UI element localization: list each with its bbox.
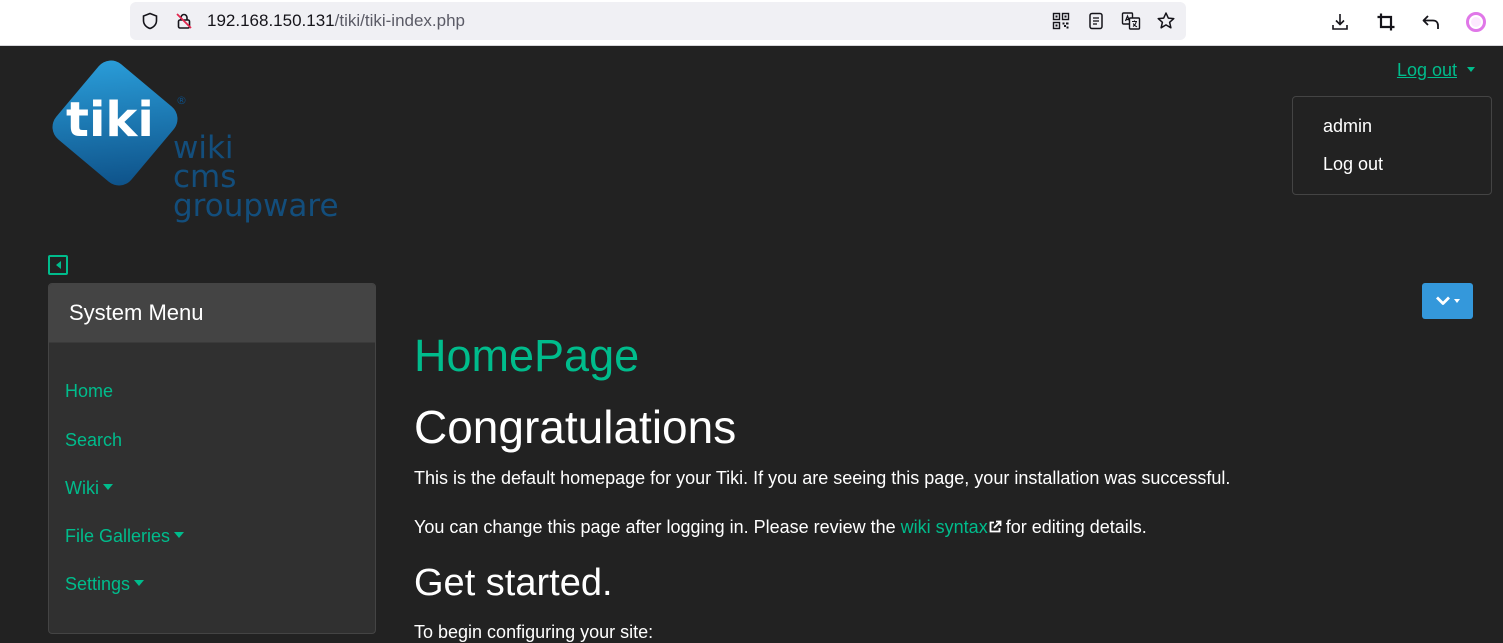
chevron-down-icon	[1436, 296, 1450, 305]
logo-line-groupware: groupware	[173, 188, 339, 224]
caret-down-icon	[134, 580, 145, 587]
edit-paragraph: You can change this page after logging i…	[414, 517, 1147, 538]
sidebar-item-label: Settings	[65, 574, 131, 594]
insecure-lock-icon[interactable]	[174, 11, 194, 31]
system-menu-title: System Menu	[49, 284, 375, 343]
qr-code-icon[interactable]	[1051, 11, 1071, 31]
edit-paragraph-text-end: for editing details.	[1005, 517, 1147, 537]
page-title[interactable]: HomePage	[414, 330, 639, 382]
sidebar-item-label: Search	[65, 430, 123, 450]
wiki-syntax-link[interactable]: wiki syntax	[901, 517, 988, 537]
extension-circle-icon[interactable]	[1465, 11, 1487, 33]
crop-icon[interactable]	[1375, 11, 1397, 33]
reader-view-icon[interactable]	[1086, 11, 1106, 31]
dropdown-item-admin[interactable]: admin	[1323, 116, 1372, 137]
logo-registered-mark: ®	[176, 94, 187, 107]
caret-down-icon	[103, 484, 113, 491]
caret-down-icon	[1454, 299, 1460, 303]
sidebar-item-label: Home	[65, 381, 114, 401]
heading-congratulations: Congratulations	[414, 401, 737, 453]
intro-paragraph: This is the default homepage for your Ti…	[414, 468, 1231, 488]
url-text[interactable]: 192.168.150.131/tiki/tiki-index.php	[207, 11, 465, 31]
user-dropdown-menu: admin Log out	[1292, 96, 1492, 195]
translate-icon[interactable]	[1121, 11, 1141, 31]
sidebar-item-settings[interactable]: Settings	[65, 574, 145, 595]
sidebar-item-search[interactable]: Search	[65, 430, 122, 451]
sidebar-item-label: File Galleries	[65, 526, 171, 546]
configure-paragraph: To begin configuring your site:	[414, 622, 654, 642]
user-menu-toggle[interactable]: Log out	[1397, 60, 1475, 81]
external-link-icon	[989, 520, 1002, 533]
sidebar-item-file-galleries[interactable]: File Galleries	[65, 526, 185, 547]
url-path: /tiki/tiki-index.php	[334, 11, 466, 30]
download-icon[interactable]	[1329, 11, 1351, 33]
bookmark-star-icon[interactable]	[1156, 11, 1176, 31]
browser-toolbar: 192.168.150.131/tiki/tiki-index.php	[0, 0, 1503, 46]
shield-icon[interactable]	[140, 11, 160, 31]
caret-down-icon	[174, 532, 185, 539]
logo-brand-text: tiki	[66, 92, 154, 148]
undo-icon[interactable]	[1420, 11, 1442, 33]
user-menu-toggle-label: Log out	[1396, 60, 1457, 80]
sidebar-item-label: Wiki	[65, 478, 99, 498]
site-logo[interactable]: tiki ® wiki cms groupware	[46, 58, 356, 228]
sidebar-item-wiki[interactable]: Wiki	[65, 478, 113, 499]
heading-get-started: Get started.	[414, 562, 613, 604]
system-menu: System Menu Home Search Wiki File Galler…	[48, 283, 376, 634]
sidebar-collapse-icon[interactable]	[48, 255, 68, 275]
dropdown-item-logout[interactable]: Log out	[1323, 154, 1383, 175]
page-actions-button[interactable]	[1422, 283, 1473, 319]
edit-paragraph-text: You can change this page after logging i…	[414, 517, 901, 537]
caret-down-icon	[1467, 66, 1475, 72]
sidebar-item-home[interactable]: Home	[65, 381, 113, 402]
collapse-arrow-icon	[55, 261, 61, 269]
address-bar[interactable]: 192.168.150.131/tiki/tiki-index.php	[130, 2, 1186, 40]
url-host: 192.168.150.131	[207, 11, 335, 30]
